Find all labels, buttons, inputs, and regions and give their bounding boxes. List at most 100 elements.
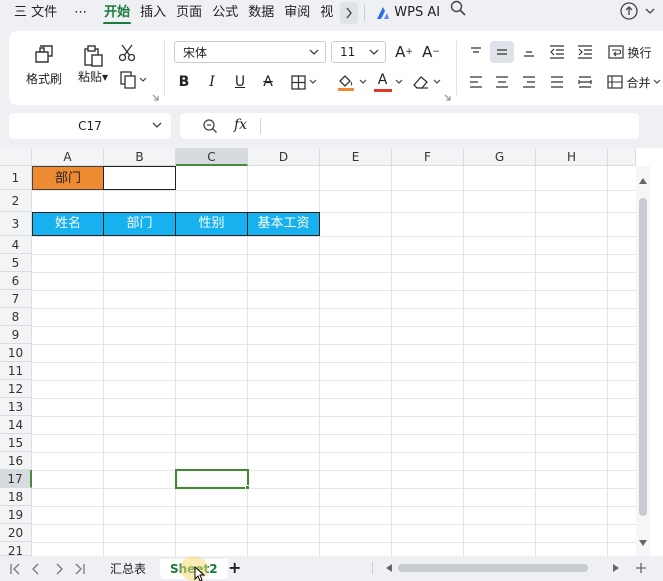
- row-header[interactable]: 1: [0, 166, 32, 190]
- row-header[interactable]: 2: [0, 190, 32, 212]
- copy-button[interactable]: [115, 69, 151, 91]
- row-header[interactable]: 3: [0, 212, 32, 236]
- add-sheet-button[interactable]: +: [228, 558, 241, 577]
- menu-scroll-right-button[interactable]: [340, 1, 359, 24]
- font-name-select[interactable]: 宋体: [174, 41, 326, 63]
- column-header-h[interactable]: H: [536, 148, 608, 166]
- cell-c3[interactable]: 性别: [175, 212, 248, 236]
- row-header[interactable]: 18: [0, 488, 32, 506]
- bold-button[interactable]: B: [174, 71, 194, 93]
- column-header-blank[interactable]: [608, 148, 636, 166]
- menu-tab-page[interactable]: 页面: [171, 0, 207, 25]
- vertical-scroll-thumb[interactable]: [639, 198, 647, 516]
- fill-handle[interactable]: [245, 485, 250, 490]
- row-header[interactable]: 20: [0, 524, 32, 542]
- select-all-corner[interactable]: [0, 148, 32, 166]
- row-header[interactable]: 5: [0, 254, 32, 272]
- menu-tab-insert[interactable]: 插入: [135, 0, 171, 25]
- row-header[interactable]: 6: [0, 272, 32, 290]
- function-icon[interactable]: fx: [234, 117, 247, 133]
- dialog-launcher-icon[interactable]: [152, 94, 159, 101]
- increase-font-button[interactable]: A +: [393, 41, 415, 63]
- scroll-down-icon[interactable]: [639, 540, 647, 546]
- wrap-text-button[interactable]: 换行: [605, 41, 655, 63]
- column-header-f[interactable]: F: [392, 148, 464, 166]
- column-header-g[interactable]: G: [464, 148, 536, 166]
- row-header[interactable]: 12: [0, 380, 32, 398]
- increase-indent-button[interactable]: [573, 41, 597, 63]
- row-header[interactable]: 13: [0, 398, 32, 416]
- cloud-upload-icon[interactable]: [619, 2, 639, 20]
- column-header-c[interactable]: C: [176, 148, 248, 166]
- row-header[interactable]: 7: [0, 290, 32, 308]
- align-top-button[interactable]: [464, 41, 488, 63]
- menu-tab-data[interactable]: 数据: [243, 0, 279, 25]
- next-sheet-icon[interactable]: [54, 563, 64, 575]
- row-header[interactable]: 15: [0, 434, 32, 452]
- row-header[interactable]: 21: [0, 542, 32, 556]
- clear-format-button[interactable]: [409, 71, 443, 93]
- column-header-e[interactable]: E: [320, 148, 392, 166]
- menu-tab-formula[interactable]: 公式: [207, 0, 243, 25]
- align-center-button[interactable]: [490, 71, 514, 93]
- horizontal-scroll-thumb[interactable]: [398, 564, 588, 572]
- merge-cells-button[interactable]: 合并: [605, 71, 663, 93]
- cell-a3[interactable]: 姓名: [32, 212, 104, 236]
- decrease-indent-button[interactable]: [545, 41, 569, 63]
- row-header[interactable]: 8: [0, 308, 32, 326]
- paste-button[interactable]: 粘贴▾: [71, 39, 115, 89]
- wps-ai-button[interactable]: WPS AI: [371, 0, 445, 25]
- align-left-button[interactable]: [464, 71, 488, 93]
- formula-input[interactable]: [266, 113, 633, 139]
- column-header-b[interactable]: B: [104, 148, 176, 166]
- active-cell-c17[interactable]: [175, 469, 249, 489]
- dialog-launcher-icon[interactable]: [444, 94, 451, 101]
- column-header-a[interactable]: A: [32, 148, 104, 166]
- add-column-icon[interactable]: [636, 563, 646, 573]
- scroll-up-icon[interactable]: [639, 178, 647, 184]
- italic-button[interactable]: I: [202, 71, 222, 93]
- align-right-button[interactable]: [517, 71, 541, 93]
- first-sheet-icon[interactable]: [9, 563, 21, 575]
- row-header[interactable]: 19: [0, 506, 32, 524]
- menu-tab-review[interactable]: 审阅: [279, 0, 315, 25]
- row-header-selected[interactable]: 17: [0, 470, 32, 488]
- row-header[interactable]: 16: [0, 452, 32, 470]
- row-header[interactable]: 14: [0, 416, 32, 434]
- menu-file[interactable]: 三 文件: [0, 0, 62, 25]
- column-header-d[interactable]: D: [248, 148, 320, 166]
- cell-b3[interactable]: 部门: [103, 212, 176, 236]
- spreadsheet-grid[interactable]: A B C D E F G H 1 2 3 4 5 6 7 8 9 10 11 …: [0, 148, 663, 556]
- font-color-button[interactable]: A: [371, 71, 405, 93]
- last-sheet-icon[interactable]: [74, 563, 86, 575]
- decrease-font-button[interactable]: A −: [420, 41, 442, 63]
- vertical-scrollbar[interactable]: [636, 166, 650, 556]
- align-middle-button[interactable]: [490, 41, 514, 63]
- row-header[interactable]: 10: [0, 344, 32, 362]
- cell-a1[interactable]: 部门: [32, 166, 104, 190]
- menu-tab-home[interactable]: 开始: [99, 0, 135, 25]
- cut-button[interactable]: [115, 42, 139, 64]
- menu-tab-view[interactable]: 视: [315, 0, 338, 25]
- underline-button[interactable]: U: [230, 71, 250, 93]
- font-size-select[interactable]: 11: [331, 41, 386, 63]
- cell-d3[interactable]: 基本工资: [247, 212, 320, 236]
- row-header[interactable]: 11: [0, 362, 32, 380]
- menu-more[interactable]: ⋯: [62, 0, 99, 25]
- name-box[interactable]: C17: [9, 113, 171, 139]
- align-bottom-button[interactable]: [517, 41, 541, 63]
- fill-color-button[interactable]: [331, 71, 371, 93]
- scroll-right-icon[interactable]: [613, 564, 619, 572]
- zoom-icon[interactable]: [202, 118, 218, 134]
- row-header[interactable]: 9: [0, 326, 32, 344]
- row-header[interactable]: 4: [0, 236, 32, 254]
- cell-b1[interactable]: [103, 166, 176, 190]
- chevron-down-icon[interactable]: [645, 7, 655, 15]
- search-button[interactable]: [445, 0, 471, 25]
- strikethrough-button[interactable]: A: [258, 71, 278, 93]
- justify-button[interactable]: [545, 71, 569, 93]
- sheet-tab-summary[interactable]: 汇总表: [100, 559, 156, 579]
- scroll-left-icon[interactable]: [386, 564, 392, 572]
- borders-button[interactable]: [287, 71, 321, 93]
- format-painter-button[interactable]: 格式刷: [21, 39, 67, 89]
